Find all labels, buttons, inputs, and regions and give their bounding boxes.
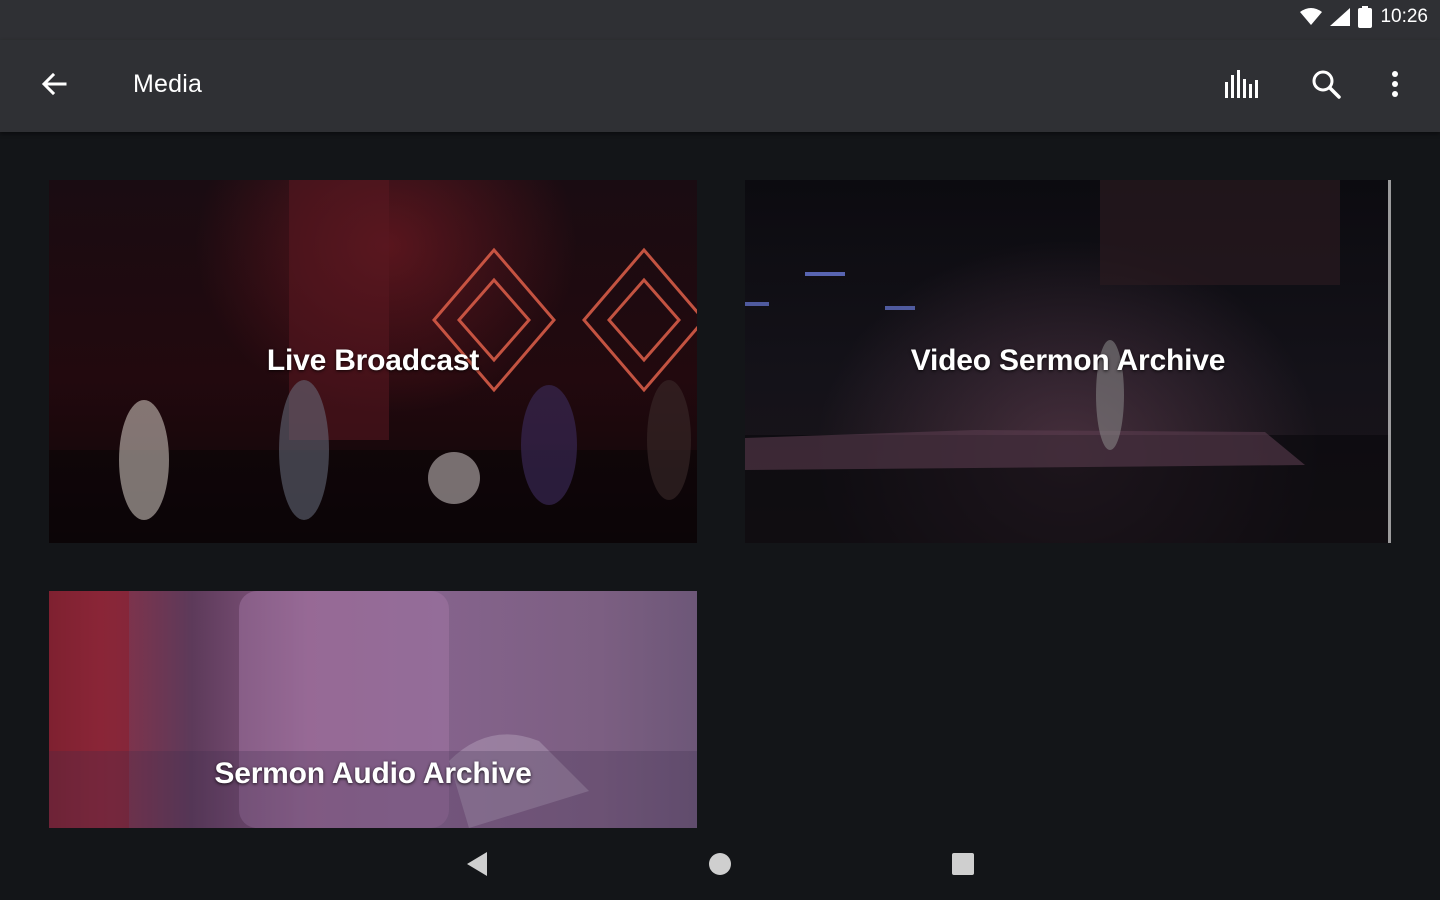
more-options-button[interactable] — [1371, 64, 1419, 108]
status-bar: 10:26 — [0, 0, 1440, 40]
status-icons: 10:26 — [1300, 6, 1428, 28]
nav-home-icon — [708, 852, 732, 881]
arrow-back-icon — [40, 70, 68, 103]
live-broadcast-tile[interactable]: Live Broadcast — [49, 180, 697, 543]
wifi-icon — [1300, 8, 1323, 26]
nav-home-button[interactable] — [696, 846, 744, 886]
back-button[interactable] — [30, 64, 78, 108]
signal-icon — [1330, 8, 1351, 26]
page-title: Media — [133, 70, 203, 98]
tile-label: Video Sermon Archive — [910, 344, 1226, 377]
search-button[interactable] — [1302, 64, 1350, 108]
search-icon — [1311, 69, 1341, 104]
equalizer-icon — [1224, 69, 1262, 103]
video-sermon-archive-tile[interactable]: Video Sermon Archive — [745, 180, 1391, 543]
system-nav-bar — [0, 832, 1440, 900]
nav-recents-icon — [951, 852, 975, 881]
sermon-audio-archive-tile[interactable]: Sermon Audio Archive — [49, 591, 697, 828]
nav-recents-button[interactable] — [939, 846, 987, 886]
nav-back-icon — [465, 851, 489, 882]
app-bar: Media — [0, 40, 1440, 132]
status-time: 10:26 — [1380, 6, 1428, 27]
battery-icon — [1358, 6, 1373, 28]
equalizer-button[interactable] — [1219, 64, 1267, 108]
media-grid: Live Broadcast Video Sermon Archive Serm… — [0, 132, 1440, 832]
tile-label: Sermon Audio Archive — [214, 757, 532, 790]
tile-label: Live Broadcast — [266, 344, 480, 377]
sermon-audio-image — [49, 591, 697, 828]
more-vert-icon — [1391, 70, 1399, 103]
nav-back-button[interactable] — [453, 846, 501, 886]
